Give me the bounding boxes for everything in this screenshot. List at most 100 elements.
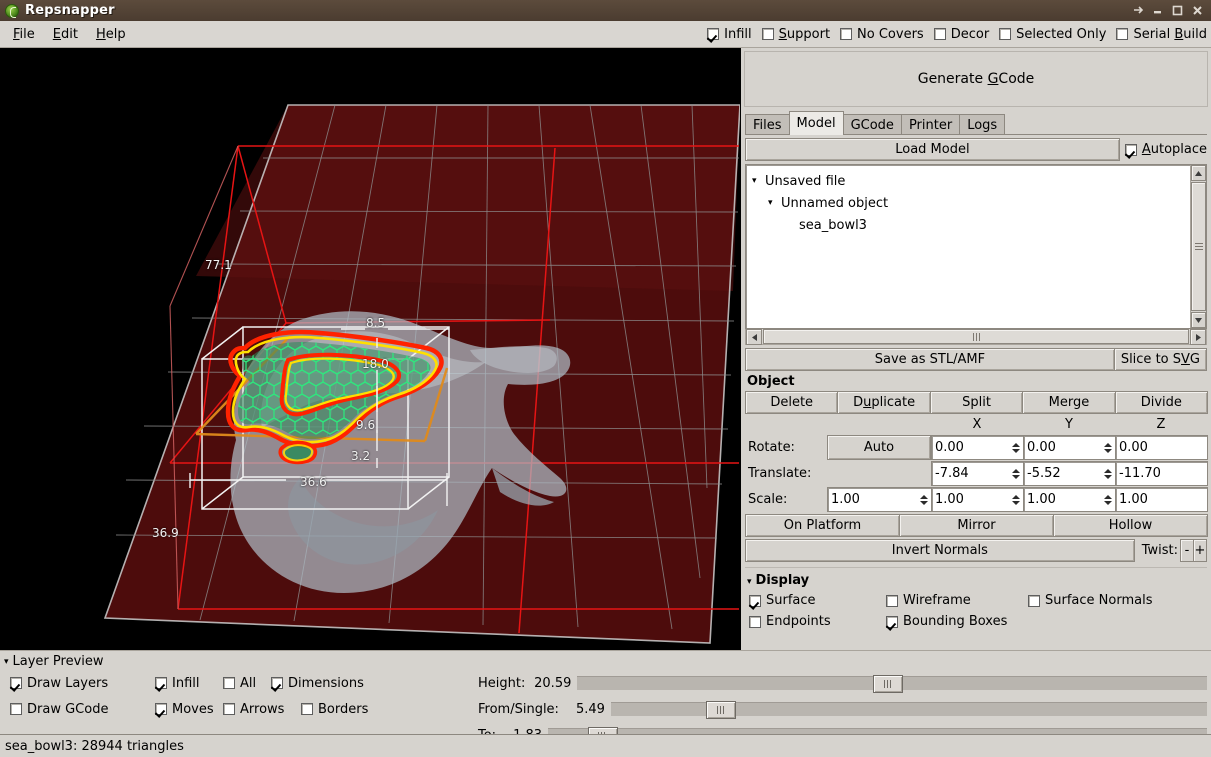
checkbox-support[interactable]: Support [762,27,830,42]
generate-gcode-button[interactable]: Generate GCode [744,51,1208,107]
on-platform-button[interactable]: On Platform [745,514,900,537]
hollow-button[interactable]: Hollow [1053,514,1208,537]
checkbox-borders-box[interactable] [301,703,313,715]
tab-logs[interactable]: Logs [959,114,1005,135]
rotate-x-spinner[interactable]: 0.00 [931,435,1024,460]
checkbox-infill-box[interactable] [707,28,719,40]
tree-item-unnamed-object[interactable]: ▾ Unnamed object [750,192,1206,214]
delete-button[interactable]: Delete [745,391,838,414]
checkbox-surface-normals[interactable]: Surface Normals [1028,593,1152,608]
from-single-slider[interactable] [611,702,1207,716]
tree-item-sea-bowl3[interactable]: sea_bowl3 [750,214,1206,236]
scale-x-spinner[interactable]: 1.00 [931,487,1024,512]
checkbox-bounding-boxes-box[interactable] [886,616,898,628]
scale-y-stepper[interactable] [1102,488,1115,511]
checkbox-draw-layers[interactable]: Draw Layers [10,676,155,691]
translate-z-value[interactable]: -11.70 [1116,462,1207,485]
checkbox-moves-box[interactable] [155,703,167,715]
3d-model-viewport[interactable]: 77.1 8.5 18.0 9.6 3.2 36.6 36.9 [0,48,740,650]
checkbox-no-covers-box[interactable] [840,28,852,40]
tree-vertical-scroll-thumb[interactable] [1191,182,1206,311]
checkbox-arrows-box[interactable] [223,703,235,715]
translate-y-value[interactable]: -5.52 [1024,462,1102,485]
from-single-slider-thumb[interactable] [706,701,736,719]
tree-horizontal-scrollbar[interactable] [745,329,1207,345]
autoplace-checkbox-box[interactable] [1125,144,1137,156]
translate-x-spinner[interactable]: -7.84 [931,461,1024,486]
tab-model[interactable]: Model [789,111,844,135]
scale-all-value[interactable]: 1.00 [828,488,918,511]
checkbox-moves[interactable]: Moves [155,702,223,717]
scale-x-value[interactable]: 1.00 [932,488,1010,511]
menu-help[interactable]: Help [87,24,135,45]
rotate-x-value[interactable]: 0.00 [932,436,1010,459]
minimize-button[interactable] [1151,4,1164,17]
scale-all-spinner[interactable]: 1.00 [827,487,932,512]
invert-normals-button[interactable]: Invert Normals [745,539,1135,562]
load-model-button[interactable]: Load Model [745,138,1120,161]
rotate-z-spinner[interactable]: 0.00 [1115,435,1208,460]
autoplace-checkbox[interactable]: Autoplace [1125,142,1207,157]
twist-plus-button[interactable]: + [1193,539,1207,562]
scale-x-stepper[interactable] [1010,488,1023,511]
checkbox-dimensions-box[interactable] [271,677,283,689]
checkbox-serial-build-box[interactable] [1116,28,1128,40]
scale-y-value[interactable]: 1.00 [1024,488,1102,511]
translate-y-stepper[interactable] [1102,462,1115,485]
checkbox-decor[interactable]: Decor [934,27,989,42]
checkbox-layer-infill-box[interactable] [155,677,167,689]
checkbox-layer-infill[interactable]: Infill [155,676,223,691]
checkbox-wireframe[interactable]: Wireframe [886,593,1028,608]
checkbox-surface[interactable]: Surface [749,593,886,608]
tree-horizontal-scroll-thumb[interactable] [763,329,1189,344]
tab-gcode[interactable]: GCode [843,114,902,135]
model-tree[interactable]: ▾ Unsaved file ▾ Unnamed object sea_bowl… [745,164,1207,329]
scale-y-spinner[interactable]: 1.00 [1023,487,1116,512]
translate-x-stepper[interactable] [1010,462,1023,485]
scroll-up-icon[interactable] [1191,165,1206,181]
checkbox-endpoints[interactable]: Endpoints [749,614,886,629]
checkbox-borders[interactable]: Borders [301,702,368,717]
display-collapse-icon[interactable]: ▾ [747,577,752,587]
translate-y-spinner[interactable]: -5.52 [1023,461,1116,486]
mirror-button[interactable]: Mirror [899,514,1054,537]
twist-minus-button[interactable]: - [1180,539,1194,562]
height-slider[interactable] [577,676,1207,690]
tab-printer[interactable]: Printer [901,114,960,135]
scale-all-stepper[interactable] [918,488,931,511]
layer-preview-collapse-icon[interactable]: ▾ [4,657,9,667]
rotate-auto-button[interactable]: Auto [827,435,931,460]
checkbox-all[interactable]: All [223,676,271,691]
rotate-x-stepper[interactable] [1010,436,1023,459]
maximize-button[interactable] [1171,4,1184,17]
rotate-y-stepper[interactable] [1102,436,1115,459]
checkbox-wireframe-box[interactable] [886,595,898,607]
translate-z-spinner[interactable]: -11.70 [1115,461,1208,486]
slice-to-svg-button[interactable]: Slice to SVG [1114,348,1207,371]
checkbox-draw-layers-box[interactable] [10,677,22,689]
checkbox-selected-only-box[interactable] [999,28,1011,40]
scale-z-spinner[interactable]: 1.00 [1115,487,1208,512]
tree-expander-icon[interactable]: ▾ [752,177,765,186]
tree-vertical-scrollbar[interactable] [1190,165,1206,328]
shade-button[interactable] [1131,4,1144,17]
tree-item-unsaved-file[interactable]: ▾ Unsaved file [750,170,1206,192]
menu-edit[interactable]: Edit [44,24,87,45]
checkbox-support-box[interactable] [762,28,774,40]
checkbox-arrows[interactable]: Arrows [223,702,301,717]
scroll-down-icon[interactable] [1191,312,1206,328]
checkbox-bounding-boxes[interactable]: Bounding Boxes [886,614,1028,629]
checkbox-surface-normals-box[interactable] [1028,595,1040,607]
checkbox-surface-box[interactable] [749,595,761,607]
scroll-left-icon[interactable] [746,329,762,345]
scale-z-value[interactable]: 1.00 [1116,488,1207,511]
divide-button[interactable]: Divide [1115,391,1208,414]
checkbox-draw-gcode-box[interactable] [10,703,22,715]
rotate-y-spinner[interactable]: 0.00 [1023,435,1116,460]
height-slider-thumb[interactable] [873,675,903,693]
save-as-stl-amf-button[interactable]: Save as STL/AMF [745,348,1115,371]
rotate-z-value[interactable]: 0.00 [1116,436,1207,459]
rotate-y-value[interactable]: 0.00 [1024,436,1102,459]
scroll-right-icon[interactable] [1190,329,1206,345]
checkbox-selected-only[interactable]: Selected Only [999,27,1106,42]
